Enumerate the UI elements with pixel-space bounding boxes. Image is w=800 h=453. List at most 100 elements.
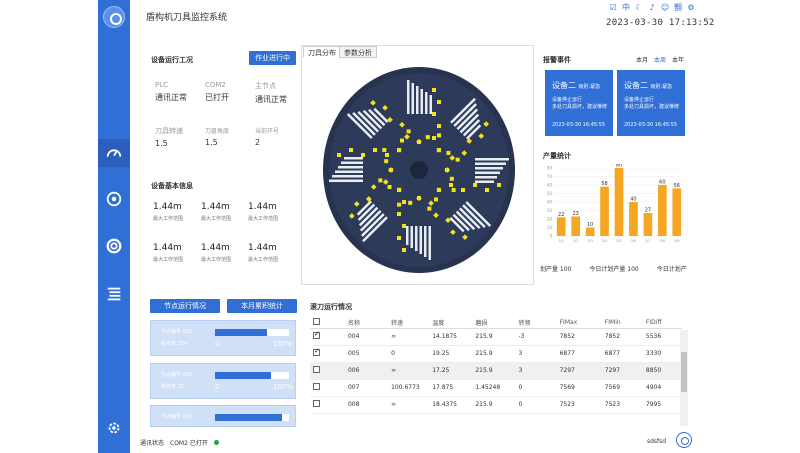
node-card: 节点编号 001 损坏率 224 0 100% bbox=[150, 320, 296, 356]
row-checkbox[interactable] bbox=[310, 362, 345, 380]
table-cell: 7523 bbox=[601, 396, 643, 414]
spec-item: 1.44m 最大工作范围 bbox=[248, 243, 296, 263]
smiley-icon[interactable]: ☺ bbox=[660, 3, 670, 13]
row-checkbox[interactable] bbox=[310, 379, 345, 397]
tab-cutter-distribution[interactable]: 刀具分布 bbox=[303, 46, 341, 58]
y-tick-label: 70 bbox=[547, 174, 553, 179]
y-tick-label: 10 bbox=[547, 225, 553, 230]
dashboard-icon[interactable] bbox=[98, 139, 130, 167]
alarm-device: 设备二 bbox=[552, 81, 576, 90]
cutterhead-image[interactable] bbox=[322, 66, 516, 274]
status-dot-icon bbox=[213, 440, 219, 445]
bar-value-label: 80 bbox=[616, 164, 622, 169]
gear-icon[interactable]: ⚙ bbox=[686, 3, 696, 13]
checkbox[interactable] bbox=[313, 383, 320, 390]
param-com2: COM2 已打开 bbox=[205, 81, 251, 103]
progress-min: 0 bbox=[215, 383, 220, 391]
bar[interactable] bbox=[629, 202, 638, 236]
table-cell: 215.9 bbox=[472, 328, 516, 346]
node-status-button[interactable]: 节点运行情况 bbox=[150, 299, 220, 313]
header-select[interactable] bbox=[310, 318, 345, 329]
spec-value: 1.44m bbox=[201, 243, 230, 253]
menu-icon[interactable] bbox=[98, 280, 130, 308]
table-cell: 7569 bbox=[556, 379, 602, 397]
header-frequency[interactable]: 转频 bbox=[515, 318, 557, 329]
alarm-title: 设备二 级别:紧急 bbox=[624, 80, 672, 91]
table-row[interactable]: 004∞14.1875215.9-3785278525536 bbox=[310, 328, 682, 346]
bar[interactable] bbox=[600, 186, 609, 236]
tab-week[interactable]: 本周 bbox=[654, 55, 666, 64]
bar-value-label: 27 bbox=[645, 208, 651, 214]
bar-value-label: 60 bbox=[659, 180, 665, 186]
work-status-button[interactable]: 作业进行中 bbox=[249, 51, 296, 65]
today-planned-output-2: 今日计划产 bbox=[656, 266, 687, 273]
alarm-device: 设备二 bbox=[624, 81, 648, 90]
row-checkbox[interactable] bbox=[310, 328, 345, 346]
bar[interactable] bbox=[571, 216, 580, 236]
table-row[interactable]: 008 ∞ 18.4375 215.9 0 7523 7523 7995 bbox=[310, 396, 682, 414]
table-cell: 3 bbox=[515, 362, 557, 380]
bar[interactable] bbox=[658, 185, 667, 236]
header-wear[interactable]: 磨损 bbox=[472, 318, 516, 329]
alarm-desc: 设备停止运行 多处刀具损坏，建议维修 bbox=[552, 97, 607, 111]
bar[interactable] bbox=[556, 217, 566, 236]
scrollbar-thumb[interactable] bbox=[681, 352, 687, 392]
checkbox[interactable] bbox=[313, 400, 320, 407]
spec-label: 最大工作范围 bbox=[201, 257, 232, 263]
x-tick-label: 3/5 bbox=[616, 239, 622, 243]
row-checkbox[interactable] bbox=[310, 345, 345, 363]
alarm-title: 设备二 级别:紧急 bbox=[552, 80, 600, 91]
moon-icon[interactable]: ☾ bbox=[634, 3, 644, 13]
header-fimin[interactable]: FIMin bbox=[601, 318, 643, 329]
checkbox[interactable] bbox=[313, 347, 320, 356]
tab-parameter-analysis[interactable]: 参数分析 bbox=[339, 46, 377, 58]
table-row[interactable]: 007 100.6773 17.875 1.45248 0 7569 7569 4904 bbox=[310, 379, 682, 397]
spec-item: 1.44m 最大工作范围 bbox=[248, 202, 296, 222]
checkbox-icon[interactable]: ☑ bbox=[608, 3, 618, 13]
table-cell: -3 bbox=[515, 328, 557, 346]
table-scrollbar[interactable] bbox=[680, 330, 688, 426]
spec-label: 最大工作范围 bbox=[153, 216, 184, 222]
table-cell: 4904 bbox=[642, 379, 682, 397]
bar[interactable] bbox=[672, 188, 682, 236]
header-name[interactable]: 名称 bbox=[344, 318, 389, 329]
header-fimax[interactable]: FIMax bbox=[556, 318, 602, 329]
cutter-icon[interactable] bbox=[98, 185, 130, 213]
table-row[interactable]: 006 ∞ 17.25 215.9 3 7297 7297 8850 bbox=[310, 362, 682, 380]
bar[interactable] bbox=[585, 227, 595, 237]
tab-year[interactable]: 本年 bbox=[672, 55, 684, 64]
checkbox[interactable] bbox=[313, 330, 320, 339]
table-title: 滚刀运行情况 bbox=[310, 303, 352, 311]
tab-month[interactable]: 本月 bbox=[636, 55, 648, 64]
app-title: 盾构机刀具监控系统 bbox=[146, 13, 228, 23]
notes-icon[interactable]: ♪ bbox=[647, 3, 657, 13]
param-cutter-speed: 刀具转速 1.5 bbox=[155, 126, 201, 148]
param-label: 刀具转速 bbox=[155, 127, 183, 135]
progress-fill bbox=[215, 372, 271, 379]
monthly-stats-button[interactable]: 本月累积统计 bbox=[227, 299, 297, 313]
alarm-card[interactable]: 设备二 级别:紧急 设备停止运行 多处刀具损坏，建议维修 2023-03-30 1… bbox=[617, 70, 685, 136]
lang-icon[interactable]: 中 bbox=[621, 3, 631, 13]
header-speed[interactable]: 转速 bbox=[388, 318, 430, 329]
table-cell: 0 bbox=[515, 379, 557, 397]
spec-item: 1.44m 最大工作范围 bbox=[201, 202, 249, 222]
header-fidiff[interactable]: FIDiff bbox=[642, 318, 682, 329]
tree-icon[interactable]: 䎖 bbox=[673, 3, 683, 13]
header-temperature[interactable]: 温度 bbox=[429, 318, 473, 329]
connection-status: 通讯状态 COM2 已打开 bbox=[140, 438, 219, 447]
table-cell: 7852 bbox=[601, 328, 643, 346]
node-id-label: 节点编号 003 bbox=[161, 414, 193, 420]
bar[interactable] bbox=[614, 168, 624, 236]
bar[interactable] bbox=[643, 213, 653, 236]
row-checkbox[interactable] bbox=[310, 396, 345, 414]
table-cell: 215.9 bbox=[472, 396, 516, 414]
footer-logo bbox=[676, 432, 692, 448]
table-row[interactable]: 005019.25215.93687768773330 bbox=[310, 345, 682, 363]
username[interactable]: sdsfsd bbox=[647, 438, 666, 445]
lifebuoy-icon[interactable] bbox=[98, 232, 130, 260]
alarm-card[interactable]: 设备二 级别:紧急 设备停止运行 多处刀具损坏，建议维修 2023-03-30 1… bbox=[545, 70, 613, 136]
spec-value: 1.44m bbox=[201, 202, 230, 212]
settings-icon[interactable] bbox=[98, 414, 130, 442]
checkbox[interactable] bbox=[313, 366, 320, 373]
table-cell: 7297 bbox=[601, 362, 643, 380]
